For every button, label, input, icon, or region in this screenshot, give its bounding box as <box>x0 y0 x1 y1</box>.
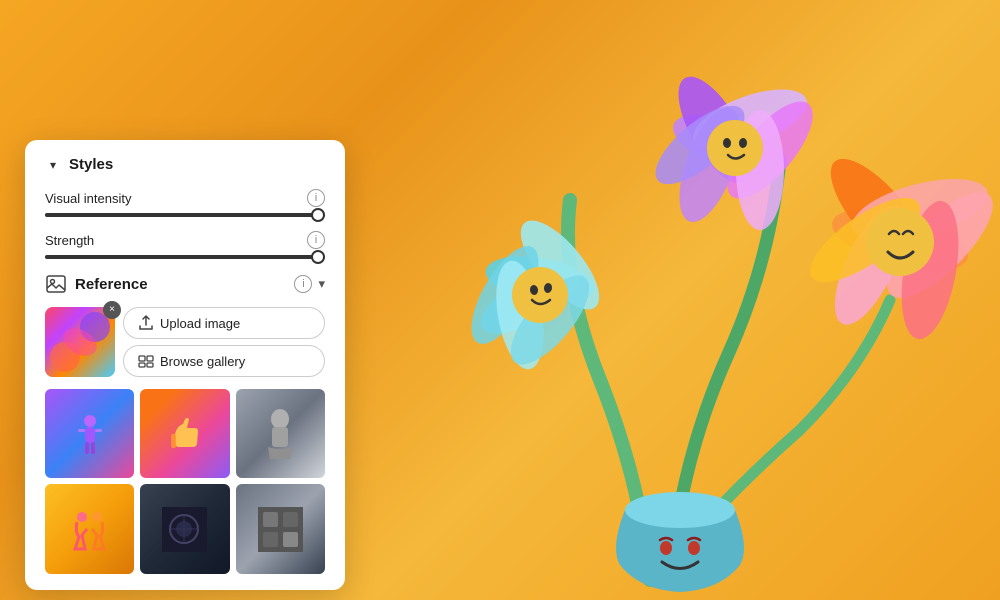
strength-slider-track[interactable] <box>45 255 325 259</box>
reference-image-icon <box>45 273 67 295</box>
visual-intensity-label: Visual intensity <box>45 191 131 206</box>
strength-slider-thumb[interactable] <box>311 250 325 264</box>
reference-title: Reference <box>75 276 148 293</box>
strength-label: Strength <box>45 233 94 248</box>
upload-image-label: Upload image <box>160 316 240 331</box>
browse-gallery-label: Browse gallery <box>160 354 245 369</box>
gallery-thumb-0[interactable] <box>45 389 134 478</box>
reference-chevron-icon[interactable]: ▾ <box>318 276 325 292</box>
upload-icon <box>138 315 154 331</box>
panel-header: ▾ Styles <box>45 156 325 173</box>
visual-intensity-label-row: Visual intensity i <box>45 189 325 207</box>
reference-right: i ▾ <box>294 275 325 293</box>
selected-thumbnail-image <box>45 307 115 377</box>
visual-intensity-info-icon[interactable]: i <box>307 189 325 207</box>
browse-gallery-button[interactable]: Browse gallery <box>123 345 325 377</box>
gallery-thumb-4[interactable] <box>140 484 229 573</box>
visual-intensity-slider-fill <box>45 213 325 217</box>
reference-left: Reference <box>45 273 148 295</box>
visual-intensity-slider-thumb[interactable] <box>311 208 325 222</box>
gallery-icon <box>138 353 154 369</box>
upload-browse-buttons: Upload image Browse gallery <box>123 307 325 377</box>
reference-section: Reference i ▾ <box>45 273 325 574</box>
styles-panel: ▾ Styles Visual intensity i Strength i <box>25 140 345 590</box>
selected-reference-thumbnail: × <box>45 307 115 377</box>
strength-slider-fill <box>45 255 325 259</box>
strength-info-icon[interactable]: i <box>307 231 325 249</box>
reference-header: Reference i ▾ <box>45 273 325 295</box>
visual-intensity-slider-track[interactable] <box>45 213 325 217</box>
panel-title: Styles <box>69 156 113 173</box>
flowers-illustration <box>300 0 1000 600</box>
gallery-thumb-3[interactable] <box>45 484 134 573</box>
upload-image-button[interactable]: Upload image <box>123 307 325 339</box>
gallery-thumb-5[interactable] <box>236 484 325 573</box>
reference-info-icon[interactable]: i <box>294 275 312 293</box>
gallery-grid <box>45 389 325 574</box>
close-icon: × <box>109 305 115 315</box>
strength-section: Strength i <box>45 231 325 259</box>
remove-thumbnail-button[interactable]: × <box>103 301 121 319</box>
gallery-thumb-1[interactable] <box>140 389 229 478</box>
visual-intensity-section: Visual intensity i <box>45 189 325 217</box>
gallery-thumb-2[interactable] <box>236 389 325 478</box>
collapse-icon[interactable]: ▾ <box>45 157 61 173</box>
strength-label-row: Strength i <box>45 231 325 249</box>
reference-actions: × Upload image <box>45 307 325 377</box>
